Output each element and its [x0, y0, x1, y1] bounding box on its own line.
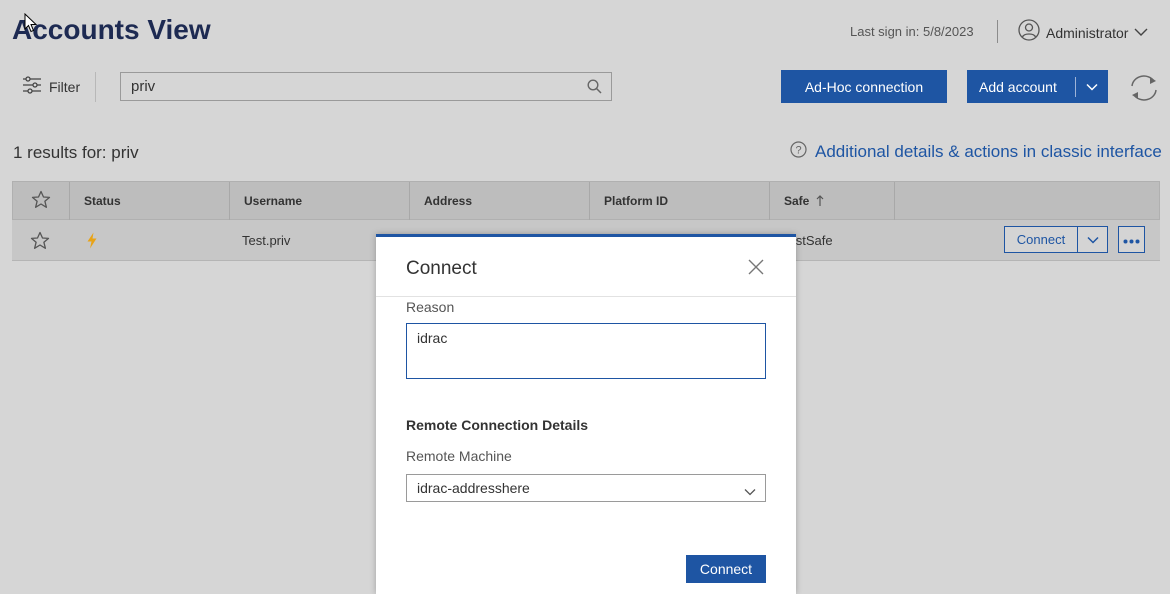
search-box: [120, 72, 612, 101]
toolbar-divider: [95, 72, 96, 102]
remote-details-heading: Remote Connection Details: [406, 417, 589, 433]
star-icon[interactable]: [12, 220, 68, 260]
filter-button[interactable]: Filter: [22, 76, 80, 97]
remote-machine-label: Remote Machine: [406, 448, 512, 464]
row-connect-button[interactable]: Connect: [1004, 226, 1108, 253]
user-menu[interactable]: Administrator: [1018, 19, 1148, 46]
column-header-username[interactable]: Username: [229, 182, 409, 220]
column-header-actions: [894, 182, 1161, 220]
adhoc-connection-button[interactable]: Ad-Hoc connection: [781, 70, 947, 103]
filter-icon: [22, 76, 42, 97]
column-header-status[interactable]: Status: [69, 182, 229, 220]
connect-dialog: Connect Reason idrac Remote Connection D…: [376, 234, 796, 594]
user-name: Administrator: [1046, 24, 1129, 41]
column-header-safe-label: Safe: [784, 194, 810, 208]
lightning-icon: [86, 220, 98, 260]
add-account-button[interactable]: Add account: [967, 70, 1108, 103]
refresh-icon[interactable]: [1126, 72, 1162, 109]
mouse-cursor-icon: [24, 12, 38, 38]
more-actions-button[interactable]: [1118, 226, 1145, 253]
user-icon: [1018, 19, 1040, 46]
chevron-down-icon: [1134, 24, 1148, 42]
sort-up-icon: [816, 195, 824, 207]
chevron-down-icon: [744, 483, 756, 499]
search-icon[interactable]: [587, 79, 602, 99]
classic-interface-link[interactable]: ? Additional details & actions in classi…: [790, 141, 1162, 163]
dialog-divider: [376, 296, 796, 297]
remote-machine-select[interactable]: idrac-addresshere: [406, 474, 766, 502]
chevron-down-icon[interactable]: [1076, 83, 1108, 91]
column-header-platform-id[interactable]: Platform ID: [589, 182, 769, 220]
star-icon: [31, 190, 51, 212]
search-input[interactable]: [121, 73, 591, 100]
favorites-column-header[interactable]: [13, 182, 69, 220]
add-account-label: Add account: [979, 78, 1057, 95]
filter-label: Filter: [49, 78, 81, 95]
results-summary: 1 results for: priv: [13, 143, 139, 162]
chevron-down-icon[interactable]: [1078, 236, 1107, 244]
page-title: Accounts View: [12, 14, 211, 45]
dialog-title: Connect: [406, 258, 477, 279]
reason-label: Reason: [406, 299, 455, 315]
header-divider: [997, 20, 998, 43]
column-header-safe[interactable]: Safe: [769, 182, 894, 220]
close-icon[interactable]: [748, 259, 764, 280]
row-username: Test.priv: [242, 232, 291, 248]
more-icon: [1123, 231, 1140, 249]
svg-text:?: ?: [795, 145, 801, 157]
column-header-address[interactable]: Address: [409, 182, 589, 220]
help-icon: ?: [790, 141, 807, 163]
row-connect-label: Connect: [1016, 232, 1066, 247]
classic-link-text: Additional details & actions in classic …: [815, 142, 1162, 161]
reason-field[interactable]: idrac: [406, 323, 766, 379]
last-sign-in: Last sign in: 5/8/2023: [850, 24, 974, 39]
table-header: Status Username Address Platform ID Safe: [12, 181, 1160, 220]
remote-machine-value: idrac-addresshere: [417, 480, 530, 496]
dialog-connect-button[interactable]: Connect: [686, 555, 766, 583]
